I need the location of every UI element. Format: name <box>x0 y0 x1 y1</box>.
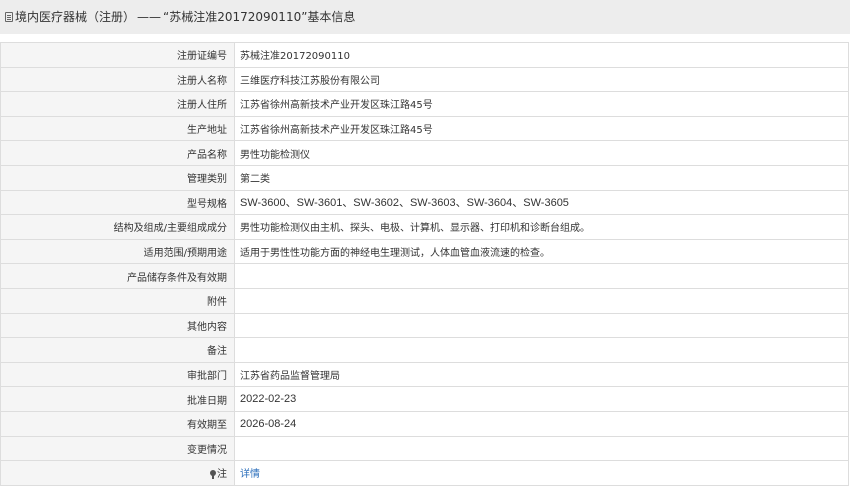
table-row: 产品储存条件及有效期 <box>0 263 849 289</box>
row-value-valid-until: 2026-08-24 <box>234 410 849 437</box>
row-label-registrant-address: 注册人住所 <box>0 91 235 117</box>
header-prefix: 境内医疗器械（注册） <box>15 10 136 24</box>
table-row: 注 详情 <box>0 460 849 486</box>
row-value-approval-department: 江苏省药品监督管理局 <box>234 361 849 388</box>
row-label-approval-department: 审批部门 <box>0 361 235 388</box>
row-label-remarks: 备注 <box>0 337 235 363</box>
table-row: 管理类别 第二类 <box>0 164 849 191</box>
row-label-valid-until: 有效期至 <box>0 410 235 437</box>
row-label-other-content: 其他内容 <box>0 312 235 339</box>
row-value-intended-use: 适用于男性性功能方面的神经电生理测试，人体血管血液流速的检查。 <box>234 238 849 265</box>
table-row: 变更情况 <box>0 435 849 462</box>
row-label-registration-number: 注册证编号 <box>0 42 235 68</box>
table-row: 产品名称 男性功能检测仪 <box>0 140 849 166</box>
row-value-remarks <box>234 337 849 363</box>
table-row: 附件 <box>0 287 849 314</box>
row-value-storage-validity <box>234 263 849 289</box>
table-row: 适用范围/预期用途 适用于男性性功能方面的神经电生理测试，人体血管血液流速的检查… <box>0 238 849 265</box>
row-value-attachments <box>234 287 849 314</box>
row-value-note: 详情 <box>234 460 849 486</box>
row-label-attachments: 附件 <box>0 287 235 314</box>
note-label-text: 注 <box>217 469 227 481</box>
row-value-model-spec: SW-3600、SW-3601、SW-3602、SW-3603、SW-3604、… <box>234 189 849 216</box>
table-row: 生产地址 江苏省徐州高新技术产业开发区珠江路45号 <box>0 115 849 142</box>
row-value-registration-number: 苏械注准20172090110 <box>234 42 849 68</box>
table-row: 注册人名称 三维医疗科技江苏股份有限公司 <box>0 66 849 93</box>
row-label-change-status: 变更情况 <box>0 435 235 462</box>
row-label-registrant-name: 注册人名称 <box>0 66 235 93</box>
row-label-note: 注 <box>0 460 235 486</box>
table-row: 备注 <box>0 337 849 363</box>
row-value-other-content <box>234 312 849 339</box>
row-value-approval-date: 2022-02-23 <box>234 386 849 412</box>
row-value-product-name: 男性功能检测仪 <box>234 140 849 166</box>
document-icon <box>5 12 13 22</box>
header-title: “苏械注准20172090110”基本信息 <box>163 10 356 24</box>
row-label-storage-validity: 产品储存条件及有效期 <box>0 263 235 289</box>
detail-table: 注册证编号 苏械注准20172090110 注册人名称 三维医疗科技江苏股份有限… <box>0 42 849 486</box>
details-link[interactable]: 详情 <box>240 469 260 480</box>
row-label-approval-date: 批准日期 <box>0 386 235 412</box>
table-row: 有效期至 2026-08-24 <box>0 410 849 437</box>
row-value-change-status <box>234 435 849 462</box>
row-label-production-address: 生产地址 <box>0 115 235 142</box>
row-value-registrant-name: 三维医疗科技江苏股份有限公司 <box>234 66 849 93</box>
table-row: 型号规格 SW-3600、SW-3601、SW-3602、SW-3603、SW-… <box>0 189 849 216</box>
row-label-intended-use: 适用范围/预期用途 <box>0 238 235 265</box>
table-row: 批准日期 2022-02-23 <box>0 386 849 412</box>
table-row: 其他内容 <box>0 312 849 339</box>
row-label-product-name: 产品名称 <box>0 140 235 166</box>
row-label-model-spec: 型号规格 <box>0 189 235 216</box>
table-row: 结构及组成/主要组成成分 男性功能检测仪由主机、探头、电极、计算机、显示器、打印… <box>0 214 849 240</box>
table-row: 注册人住所 江苏省徐州高新技术产业开发区珠江路45号 <box>0 91 849 117</box>
row-label-management-category: 管理类别 <box>0 164 235 191</box>
header-dash: —— <box>137 10 162 24</box>
table-row: 审批部门 江苏省药品监督管理局 <box>0 361 849 388</box>
table-row: 注册证编号 苏械注准20172090110 <box>0 42 849 68</box>
page-header: 境内医疗器械（注册） —— “苏械注准20172090110”基本信息 <box>0 0 850 34</box>
row-value-management-category: 第二类 <box>234 164 849 191</box>
row-value-registrant-address: 江苏省徐州高新技术产业开发区珠江路45号 <box>234 91 849 117</box>
row-value-structure-composition: 男性功能检测仪由主机、探头、电极、计算机、显示器、打印机和诊断台组成。 <box>234 214 849 240</box>
pin-icon <box>210 470 216 480</box>
row-value-production-address: 江苏省徐州高新技术产业开发区珠江路45号 <box>234 115 849 142</box>
row-label-structure-composition: 结构及组成/主要组成成分 <box>0 214 235 240</box>
